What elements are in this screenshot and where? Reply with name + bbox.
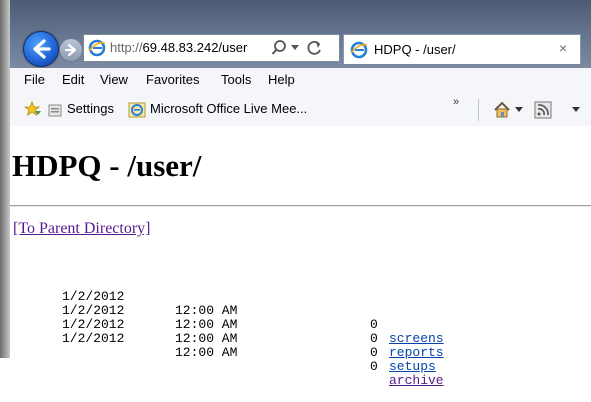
page-title: HDPQ - /user/ xyxy=(12,148,202,183)
back-arrow-icon xyxy=(33,39,51,59)
listing-row: 1/2/2012 12:00 AM 0 setups xyxy=(52,304,472,374)
parent-directory-link[interactable]: [To Parent Directory] xyxy=(13,220,151,238)
address-url[interactable]: http://69.48.83.242/user xyxy=(110,40,268,55)
favorites-overflow-button[interactable]: » xyxy=(453,96,459,108)
folder-link-archive[interactable]: archive xyxy=(389,374,444,388)
forward-arrow-icon xyxy=(64,43,77,57)
folder-link-screens[interactable]: screens xyxy=(389,332,444,346)
tab-close-button[interactable]: × xyxy=(559,40,567,56)
favorite-settings[interactable]: Settings xyxy=(67,101,114,116)
directory-listing: 1/2/2012 12:00 AM 0 screens 1/2/2012 12:… xyxy=(52,276,472,388)
feeds-icon[interactable] xyxy=(534,101,552,119)
menu-edit[interactable]: Edit xyxy=(62,72,84,87)
listing-row: 1/2/2012 12:00 AM 0 reports xyxy=(52,290,472,360)
entry-date: 1/2/2012 xyxy=(62,331,125,346)
search-icon[interactable] xyxy=(270,39,288,57)
window-edge xyxy=(0,0,10,358)
ie-page-icon xyxy=(88,39,106,57)
page-content: HDPQ - /user/ [To Parent Directory] 1/2/… xyxy=(10,126,591,388)
menu-tools[interactable]: Tools xyxy=(221,72,251,87)
entry-size: 0 xyxy=(370,359,378,374)
favorite-office-live[interactable]: Microsoft Office Live Mee... xyxy=(150,101,307,116)
ie-favorite-icon xyxy=(128,102,146,118)
url-host: 69.48.83.242/user xyxy=(142,40,248,55)
address-bar[interactable]: http://69.48.83.242/user xyxy=(83,34,340,62)
menu-view[interactable]: View xyxy=(100,72,128,87)
listing-row: 1/2/2012 12:00 AM 0 screens xyxy=(52,276,472,346)
home-dropdown-icon[interactable] xyxy=(515,107,523,113)
forward-button[interactable] xyxy=(59,38,83,62)
favorites-star-icon[interactable] xyxy=(24,101,42,119)
chevron-down-icon[interactable] xyxy=(290,44,300,52)
entry-time: 12:00 AM xyxy=(175,331,238,346)
folder-link-setups[interactable]: setups xyxy=(389,360,436,374)
favorites-bar: Settings Microsoft Office Live Mee... » xyxy=(10,94,591,127)
menu-help[interactable]: Help xyxy=(268,72,295,87)
url-scheme: http:// xyxy=(110,40,143,55)
menu-file[interactable]: File xyxy=(24,72,45,87)
refresh-icon[interactable] xyxy=(306,39,324,57)
home-icon[interactable] xyxy=(492,100,512,120)
ie-tab-icon xyxy=(350,41,368,59)
navigation-bar: http://69.48.83.242/user HDPQ - /user/ × xyxy=(10,30,591,70)
menu-favorites[interactable]: Favorites xyxy=(146,72,199,87)
horizontal-rule xyxy=(10,205,591,207)
toolbar-separator xyxy=(478,99,479,121)
settings-page-icon xyxy=(48,104,62,117)
browser-window: http://69.48.83.242/user HDPQ - /user/ × xyxy=(0,0,591,388)
tab-title: HDPQ - /user/ xyxy=(374,42,456,57)
feeds-dropdown-icon[interactable] xyxy=(572,107,580,113)
entry-size: 0 xyxy=(370,331,378,346)
back-button[interactable] xyxy=(23,31,59,67)
listing-row: 1/2/2012 12:00 AM 0 archive xyxy=(52,318,472,388)
tab-active[interactable]: HDPQ - /user/ × xyxy=(343,34,581,64)
menu-bar: File Edit View Favorites Tools Help xyxy=(10,68,591,95)
